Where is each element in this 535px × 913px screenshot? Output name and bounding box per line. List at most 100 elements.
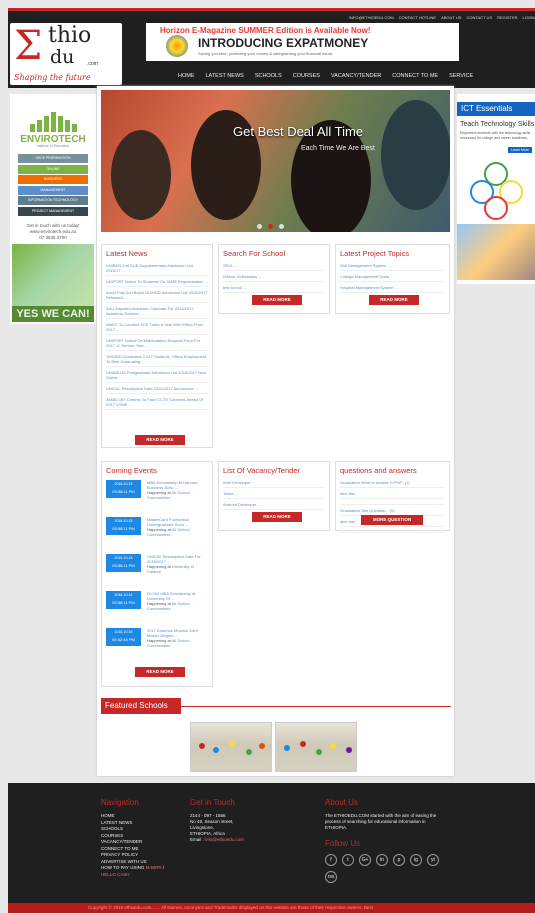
banner-globe-icon [166, 35, 188, 57]
envirotech-menu-item[interactable]: Online [18, 164, 88, 174]
project-topics-read-more-button[interactable]: Read More [369, 295, 419, 305]
envirotech-menu-item[interactable]: Business [18, 175, 88, 184]
latest-news-read-more-button[interactable]: Read More [135, 435, 185, 445]
event-name[interactable]: 2017 Erasmus Mundus Joint Master Degree … [147, 628, 208, 638]
news-item[interactable]: JAMB CBT Centres To Face CCTV Cameras Ah… [106, 397, 208, 410]
news-item[interactable]: UNIABUJA Postgraduate Admission List 201… [106, 370, 208, 383]
footer-pay-link-mbirr[interactable]: m-BIRR [146, 865, 162, 870]
envirotech-menu-item[interactable]: Project Management [18, 206, 88, 216]
ict-essentials-side-ad[interactable]: ICT Essentials Teach Technology Skills E… [457, 94, 535, 284]
toplink-email[interactable]: info@ethioedu.com [349, 15, 394, 20]
envirotech-menu-item[interactable]: Management [18, 185, 88, 195]
project-item[interactable]: Grill Management System ... [340, 263, 445, 271]
vacancy-item[interactable]: Android Developer ... [223, 502, 325, 510]
event-name[interactable]: MasterCard Foundation Undergraduate Scho… [147, 517, 208, 527]
event-date-badge: 2016-10-18 05:58:11 PM [106, 591, 141, 609]
copyright-bar: Copyright © 2016 ethioedu.com....... All… [8, 903, 535, 913]
event-item[interactable]: 2016-10-18 05:58:11 PM UNICAL Resumption … [106, 554, 208, 585]
toplink-register[interactable]: Register [497, 15, 517, 20]
qa-item[interactable]: Graduation What to include in PHP...(1) d… [340, 480, 445, 505]
ict-learn-more-button[interactable]: Learn More [508, 147, 532, 153]
event-info: MBA Scholarship At Harvard Business Scho… [147, 480, 208, 511]
event-item[interactable]: 2016-10-18 05:58:11 PM MBA Scholarship At… [106, 480, 208, 511]
expatmoney-banner-ad[interactable]: Horizon E-Magazine SUMMER Edition is Ava… [146, 23, 459, 61]
qa-title: questions and answers [340, 466, 417, 475]
envirotech-menu-item[interactable]: SSCE Preparation [18, 154, 88, 163]
qa-author[interactable]: dine this [340, 491, 445, 499]
envirotech-menu-item[interactable]: Information Technology [18, 196, 88, 205]
pinterest-icon[interactable]: p [393, 854, 405, 866]
ict-ad-body: Empowers students with the technology sk… [460, 131, 531, 140]
nav-latest-news[interactable]: Latest News [206, 73, 244, 79]
event-time: 05:58:11 PM [112, 563, 135, 568]
toplink-about[interactable]: About Us [441, 15, 461, 20]
school-item[interactable]: test school ... [223, 285, 325, 293]
vacancy-read-more-button[interactable]: Read More [252, 512, 302, 522]
events-read-more-button[interactable]: Read More [135, 667, 185, 677]
event-date-badge: 2016-10-18 05:52:44 PM [106, 628, 141, 646]
news-item[interactable]: TASUED Graduates 2,247 Students, Offers … [106, 354, 208, 367]
qa-question[interactable]: Graduation What to include in PHP...(1) [340, 480, 445, 488]
rss-icon[interactable]: rss [325, 871, 337, 883]
ict-students-photo [457, 224, 535, 280]
instagram-icon[interactable]: ig [410, 854, 422, 866]
latest-news-list: UNIBEN 2nd SUB Supplementary Admission L… [106, 263, 208, 413]
nav-service[interactable]: Service [449, 73, 473, 79]
hero-title: Get Best Deal All Time [233, 124, 364, 139]
vacancy-item[interactable]: Web Developer ... [223, 480, 325, 488]
slide-dot[interactable] [279, 224, 284, 229]
featured-school-image[interactable] [275, 722, 357, 772]
google-plus-icon[interactable]: G+ [359, 854, 371, 866]
project-item[interactable]: Hospital Management System ... [340, 285, 445, 293]
search-school-read-more-button[interactable]: Read More [252, 295, 302, 305]
nav-connect[interactable]: Connect to me [392, 73, 438, 79]
linkedin-icon[interactable]: in [376, 854, 388, 866]
event-info: MasterCard Foundation Undergraduate Scho… [147, 517, 208, 548]
hero-slider[interactable]: Get Best Deal All Time Each Time We Are … [101, 90, 450, 232]
event-item[interactable]: 2016-10-18 05:58:11 PM MasterCard Foundat… [106, 517, 208, 548]
news-item[interactable]: UNICAL Resumption Date 2016/2017 Announc… [106, 386, 208, 394]
news-item[interactable]: AAU Adjusted Academic Calendar For 2016/… [106, 306, 208, 319]
toplink-hotline[interactable]: Contact Hotline [399, 15, 436, 20]
twitter-icon[interactable]: t [342, 854, 354, 866]
news-item[interactable]: UNIPORT Notice To Students On JAMB Regul… [106, 279, 208, 287]
envirotech-contact-line: 07 3535 2700 [39, 235, 67, 240]
nav-vacancy-tender[interactable]: Vacancy/Tender [331, 73, 381, 79]
envirotech-side-ad[interactable]: ENVIROTECH Institute of Education SSCE P… [10, 94, 96, 324]
event-name[interactable]: MBA Scholarship At Harvard Business Scho… [147, 480, 208, 490]
vacancy-item[interactable]: Tester ... [223, 491, 325, 499]
school-item[interactable]: Rikesh Vivfraadyss ... [223, 274, 325, 282]
featured-school-image[interactable] [190, 722, 272, 772]
nav-home[interactable]: Home [178, 73, 195, 79]
footer-pay-link-hellocash[interactable]: Hello Cash [101, 872, 164, 879]
site-logo[interactable]: Σ thio du .com Shaping the future [10, 23, 122, 85]
toplink-login[interactable]: Login [523, 15, 535, 20]
envirotech-slogan: YES WE CAN! [12, 306, 94, 322]
search-school-list: SEVL ... Rikesh Vivfraadyss ... test sch… [223, 263, 325, 296]
nav-courses[interactable]: Courses [293, 73, 320, 79]
toplink-contact[interactable]: Contact Us [466, 15, 492, 20]
footer-email-link[interactable]: info@ethioedu.com [205, 837, 244, 842]
footer-follow-title: Follow Us [325, 839, 361, 848]
news-item[interactable]: UNIPORT Notice On Matriculation Request … [106, 338, 208, 351]
coming-events-card: Coming Events 2016-10-18 05:58:11 PM MBA … [101, 461, 213, 687]
event-item[interactable]: 2016-10-18 05:52:44 PM 2017 Erasmus Mundu… [106, 628, 208, 659]
news-item[interactable]: UNIBEN 2nd SUB Supplementary Admission L… [106, 263, 208, 276]
slide-dot-active[interactable] [268, 224, 273, 229]
facebook-icon[interactable]: f [325, 854, 337, 866]
event-name[interactable]: UNICAL Resumption Date For 2016/2017 ... [147, 554, 208, 564]
youtube-icon[interactable]: yt [427, 854, 439, 866]
vacancy-list: Web Developer ... Tester ... Android Dev… [223, 480, 325, 513]
event-name[interactable]: £5,000 MBA Scholarship At University Of … [147, 591, 208, 601]
event-date: 2016-10-18 [114, 630, 133, 634]
news-item[interactable]: Auchi Poly 2nd Batch ND/HND Admission Li… [106, 290, 208, 303]
project-item[interactable]: College Management Syste ... [340, 274, 445, 282]
more-question-button[interactable]: More Question [361, 515, 423, 525]
school-item[interactable]: SEVL ... [223, 263, 325, 271]
main-content: Get Best Deal All Time Each Time We Are … [97, 86, 454, 776]
hero-person-image [111, 130, 171, 220]
slide-dot[interactable] [257, 224, 262, 229]
news-item[interactable]: WAEC To Conduct SCE Twice A Year With Ef… [106, 322, 208, 335]
nav-schools[interactable]: Schools [255, 73, 282, 79]
event-item[interactable]: 2016-10-18 05:58:11 PM £5,000 MBA Scholar… [106, 591, 208, 622]
